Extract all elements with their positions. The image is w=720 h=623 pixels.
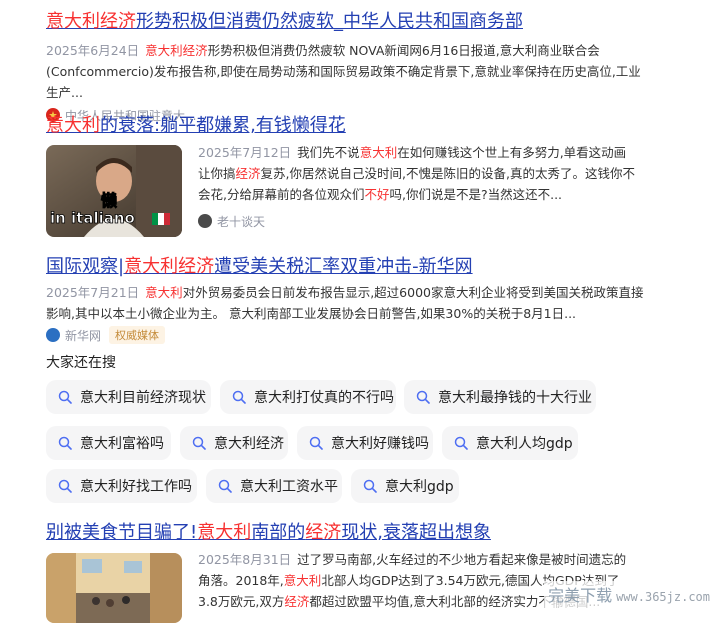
authority-badge: 权威媒体 xyxy=(109,326,166,344)
abstract-highlight: 意大利 xyxy=(359,145,398,160)
result-date: 2025年6月24日 xyxy=(46,43,140,58)
result-title-link[interactable]: 别被美食节目骗了!意大利南部的经济现状,衰落超出想象 xyxy=(46,521,646,545)
thumbnail-caption-en: in italiano xyxy=(50,209,136,228)
title-text: 现状,衰落超出想象 xyxy=(341,522,491,543)
abstract-highlight: 不好 xyxy=(364,187,390,202)
result-title-link[interactable]: 意大利经济形势积极但消费仍然疲软_中华人民共和国商务部 xyxy=(46,10,646,34)
title-highlight: 意大利经济 xyxy=(46,11,136,32)
result-abstract: 2025年7月12日 我们先不说意大利在如何赚钱这个世上有多努力,单看这动画让你搞… xyxy=(198,142,638,231)
abstract-text: 吗,你们说是不是?当然这还不... xyxy=(389,187,563,202)
watermark: 完美下载 www.365jz.com xyxy=(544,581,714,607)
related-search-chip[interactable]: 意大利富裕吗 xyxy=(46,426,171,460)
related-search-chip[interactable]: 意大利gdp xyxy=(351,469,459,503)
title-text: 南部的 xyxy=(251,522,306,543)
abstract-highlight: 经济 xyxy=(284,594,310,609)
related-search-label: 意大利工资水平 xyxy=(240,479,338,495)
italy-flag-icon xyxy=(152,213,170,225)
search-icon xyxy=(363,479,377,493)
result-source[interactable]: 新华网 权威媒体 xyxy=(46,325,646,345)
search-icon xyxy=(58,436,72,450)
title-highlight: 意大利经济 xyxy=(124,256,215,277)
related-searches-title: 大家还在搜 xyxy=(46,355,116,371)
related-search-chip[interactable]: 意大利好赚钱吗 xyxy=(297,426,433,460)
search-icon xyxy=(309,436,323,450)
related-search-label: 意大利人均gdp xyxy=(476,436,573,452)
result-title-link[interactable]: 国际观察|意大利经济遭受美关税汇率双重冲击-新华网 xyxy=(46,255,646,279)
search-result: 意大利经济形势积极但消费仍然疲软_中华人民共和国商务部 2025年6月24日 意大… xyxy=(46,10,646,125)
title-text: 别被美食节目骗了! xyxy=(46,522,198,543)
result-source[interactable]: 老十谈天 xyxy=(198,211,638,231)
related-search-label: 意大利最挣钱的十大行业 xyxy=(438,390,592,406)
search-result: 别被美食节目骗了!意大利南部的经济现状,衰落超出想象 2025年8月31日 过了罗… xyxy=(46,521,646,623)
search-icon xyxy=(232,390,246,404)
related-search-label: 意大利打仗真的不行吗 xyxy=(254,390,394,406)
title-highlight: 意大利 xyxy=(46,115,100,136)
search-icon xyxy=(58,390,72,404)
watermark-brand: 完美下载 xyxy=(548,586,613,605)
video-thumbnail[interactable]: 懒 in italiano xyxy=(46,145,182,237)
related-search-chip[interactable]: 意大利人均gdp xyxy=(442,426,578,460)
related-search-chip[interactable]: 意大利目前经济现状 xyxy=(46,380,211,414)
search-icon xyxy=(58,479,72,493)
abstract-highlight: 意大利 xyxy=(145,285,183,300)
result-date: 2025年8月31日 xyxy=(198,552,292,567)
abstract-highlight: 经济 xyxy=(235,166,261,181)
abstract-highlight: 意大利经济 xyxy=(145,43,208,58)
search-icon xyxy=(192,436,206,450)
search-icon xyxy=(218,479,232,493)
title-text: 国际观察| xyxy=(46,256,125,277)
title-text: 的衰落:躺平都嫌累,有钱懒得花 xyxy=(100,115,346,136)
watermark-url: www.365jz.com xyxy=(616,590,710,604)
abstract-text: 我们先不说 xyxy=(297,145,360,160)
author-avatar-icon xyxy=(198,214,212,228)
xinhua-logo-icon xyxy=(46,328,60,342)
title-highlight: 经济 xyxy=(305,522,342,543)
related-search-label: 意大利经济 xyxy=(214,436,284,452)
search-result: 意大利的衰落:躺平都嫌累,有钱懒得花 懒 in italiano 2025年7月… xyxy=(46,114,646,237)
result-abstract: 2025年7月21日 意大利对外贸易委员会日前发布报告显示,超过6000家意大利企… xyxy=(46,282,646,324)
related-search-chip[interactable]: 意大利最挣钱的十大行业 xyxy=(404,380,596,414)
search-result: 国际观察|意大利经济遭受美关税汇率双重冲击-新华网 2025年7月21日 意大利对… xyxy=(46,255,646,345)
result-date: 2025年7月21日 xyxy=(46,285,140,300)
result-date: 2025年7月12日 xyxy=(198,145,292,160)
search-icon xyxy=(454,436,468,450)
related-search-chip[interactable]: 意大利打仗真的不行吗 xyxy=(220,380,396,414)
related-search-label: 意大利好赚钱吗 xyxy=(331,436,429,452)
title-highlight: 意大利 xyxy=(197,522,252,543)
related-search-label: 意大利gdp xyxy=(385,479,454,495)
related-search-label: 意大利目前经济现状 xyxy=(80,390,206,406)
thumbnail-caption-cn: 懒 xyxy=(100,191,118,211)
related-search-chip[interactable]: 意大利经济 xyxy=(180,426,288,460)
result-title-link[interactable]: 意大利的衰落:躺平都嫌累,有钱懒得花 xyxy=(46,114,646,138)
related-search-chip[interactable]: 意大利好找工作吗 xyxy=(46,469,197,503)
source-name: 新华网 xyxy=(65,328,102,343)
result-abstract: 2025年6月24日 意大利经济形势积极但消费仍然疲软 NOVA新闻网6月16日报… xyxy=(46,40,646,103)
title-text: 遭受美关税汇率双重冲击-新华网 xyxy=(214,256,473,277)
related-search-label: 意大利好找工作吗 xyxy=(80,479,192,495)
search-icon xyxy=(416,390,430,404)
abstract-highlight: 意大利 xyxy=(283,573,322,588)
title-text: 形势积极但消费仍然疲软_中华人民共和国商务部 xyxy=(136,11,523,32)
related-search-chip[interactable]: 意大利工资水平 xyxy=(206,469,342,503)
related-search-label: 意大利富裕吗 xyxy=(80,436,164,452)
source-name: 老十谈天 xyxy=(217,214,266,229)
